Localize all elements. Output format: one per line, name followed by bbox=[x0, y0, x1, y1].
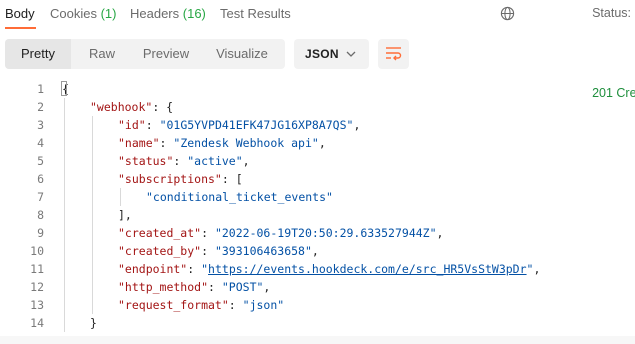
code-punct: , bbox=[533, 262, 541, 276]
view-mode-visualize[interactable]: Visualize bbox=[199, 39, 285, 69]
code-line: "created_at": "2022-06-19T20:50:29.63352… bbox=[118, 224, 443, 242]
indent-guide bbox=[92, 116, 93, 314]
horizontal-scrollbar[interactable] bbox=[0, 336, 635, 344]
code-punct: , bbox=[311, 244, 319, 258]
json-string: "POST" bbox=[221, 280, 264, 294]
response-body-editor[interactable]: 1 2 3 4 5 6 7 8 9 10 11 12 13 14 { "webh… bbox=[0, 80, 635, 338]
line-number: 3 bbox=[37, 118, 44, 132]
bracket-match-highlight bbox=[61, 81, 67, 96]
format-dropdown[interactable]: JSON bbox=[294, 39, 369, 69]
json-string: "2022-06-19T20:50:29.633527944Z" bbox=[214, 226, 437, 240]
code-punct: ], bbox=[118, 208, 132, 222]
wrap-lines-icon bbox=[386, 47, 402, 61]
code-punct: } bbox=[90, 316, 97, 330]
line-number: 14 bbox=[30, 316, 44, 330]
globe-icon[interactable] bbox=[500, 6, 515, 21]
code-punct: , bbox=[318, 136, 326, 150]
line-number: 4 bbox=[37, 136, 44, 150]
format-selected: JSON bbox=[305, 47, 339, 61]
tab-cookies-count: (1) bbox=[100, 6, 117, 21]
code-line: "id": "01G5YVPD41EFK47JG16XP8A7QS", bbox=[118, 116, 360, 134]
line-number: 11 bbox=[30, 262, 44, 276]
indent-guide bbox=[64, 98, 65, 332]
tab-body-label: Body bbox=[5, 6, 35, 21]
json-string: "01G5YVPD41EFK47JG16XP8A7QS" bbox=[159, 118, 354, 132]
code-punct: : { bbox=[152, 100, 174, 114]
tab-headers-count: (16) bbox=[182, 6, 206, 21]
code-line: } bbox=[90, 314, 97, 332]
view-mode-selector: Pretty Raw Preview Visualize bbox=[5, 39, 285, 69]
tab-test-results[interactable]: Test Results bbox=[220, 6, 291, 21]
json-key: "created_by" bbox=[118, 244, 202, 258]
tab-cookies-label: Cookies bbox=[50, 6, 97, 21]
json-key: "http_method" bbox=[118, 280, 209, 294]
line-number: 6 bbox=[37, 172, 44, 186]
json-string: "conditional_ticket_events" bbox=[146, 190, 333, 204]
json-key: "request_format" bbox=[118, 298, 229, 312]
code-punct: , bbox=[353, 118, 361, 132]
code-punct: : bbox=[145, 118, 160, 132]
code-line: "endpoint": "https://events.hookdeck.com… bbox=[118, 260, 540, 278]
view-mode-preview[interactable]: Preview bbox=[133, 39, 199, 69]
view-mode-pretty[interactable]: Pretty bbox=[5, 39, 71, 69]
chevron-down-icon bbox=[346, 51, 356, 57]
line-number: 5 bbox=[37, 154, 44, 168]
response-status[interactable]: Status: 201 Created bbox=[592, 6, 635, 100]
code-line: "created_by": "393106463658", bbox=[118, 242, 319, 260]
status-label: Status: bbox=[592, 6, 631, 20]
json-string: " bbox=[201, 262, 209, 276]
line-number: 13 bbox=[30, 298, 44, 312]
code-punct: : bbox=[187, 262, 202, 276]
indent-guide bbox=[120, 188, 121, 206]
tab-cookies[interactable]: Cookies (1) bbox=[50, 6, 116, 21]
code-punct: , bbox=[263, 280, 271, 294]
json-key: "endpoint" bbox=[118, 262, 188, 276]
code-line: "subscriptions": [ bbox=[118, 170, 243, 188]
json-key: "name" bbox=[118, 136, 160, 150]
code-punct: : bbox=[173, 154, 188, 168]
tab-test-results-label: Test Results bbox=[220, 6, 291, 21]
code-punct: : bbox=[228, 298, 243, 312]
code-punct: : [ bbox=[221, 172, 243, 186]
json-key: "id" bbox=[118, 118, 146, 132]
tab-body[interactable]: Body bbox=[5, 6, 35, 21]
line-number: 8 bbox=[37, 208, 44, 222]
code-punct: : bbox=[201, 226, 215, 240]
json-key: "status" bbox=[118, 154, 174, 168]
json-string: "Zendesk Webhook api" bbox=[173, 136, 319, 150]
code-line: "request_format": "json" bbox=[118, 296, 284, 314]
code-line: "webhook": { bbox=[90, 98, 173, 116]
json-string: "json" bbox=[242, 298, 285, 312]
line-number: 9 bbox=[37, 226, 44, 240]
line-number: 10 bbox=[30, 244, 44, 258]
wrap-lines-button[interactable] bbox=[378, 39, 409, 69]
json-key: "webhook" bbox=[90, 100, 153, 114]
tab-headers-label: Headers bbox=[130, 6, 180, 21]
endpoint-link[interactable]: https://events.hookdeck.com/e/src_HR5VsS… bbox=[208, 262, 527, 276]
code-line: "http_method": "POST", bbox=[118, 278, 270, 296]
code-line: "status": "active", bbox=[118, 152, 250, 170]
code-punct: , bbox=[436, 226, 444, 240]
view-mode-raw[interactable]: Raw bbox=[71, 39, 133, 69]
code-punct: , bbox=[242, 154, 250, 168]
line-number: 1 bbox=[37, 82, 44, 96]
active-tab-indicator bbox=[5, 27, 36, 29]
code-punct: : bbox=[159, 136, 174, 150]
json-key: "subscriptions" bbox=[118, 172, 222, 186]
json-string: "active" bbox=[187, 154, 243, 168]
code-punct: : bbox=[208, 280, 222, 294]
json-key: "created_at" bbox=[118, 226, 202, 240]
code-line: "conditional_ticket_events" bbox=[146, 188, 333, 206]
code-line: ], bbox=[118, 206, 132, 224]
line-number: 7 bbox=[37, 190, 44, 204]
code-line: "name": "Zendesk Webhook api", bbox=[118, 134, 326, 152]
json-string: "393106463658" bbox=[214, 244, 312, 258]
line-number: 2 bbox=[37, 100, 44, 114]
code-punct: : bbox=[201, 244, 215, 258]
tab-headers[interactable]: Headers (16) bbox=[130, 6, 206, 21]
response-tabs: Body Cookies (1) Headers (16) Test Resul… bbox=[0, 0, 635, 100]
line-number: 12 bbox=[30, 280, 44, 294]
